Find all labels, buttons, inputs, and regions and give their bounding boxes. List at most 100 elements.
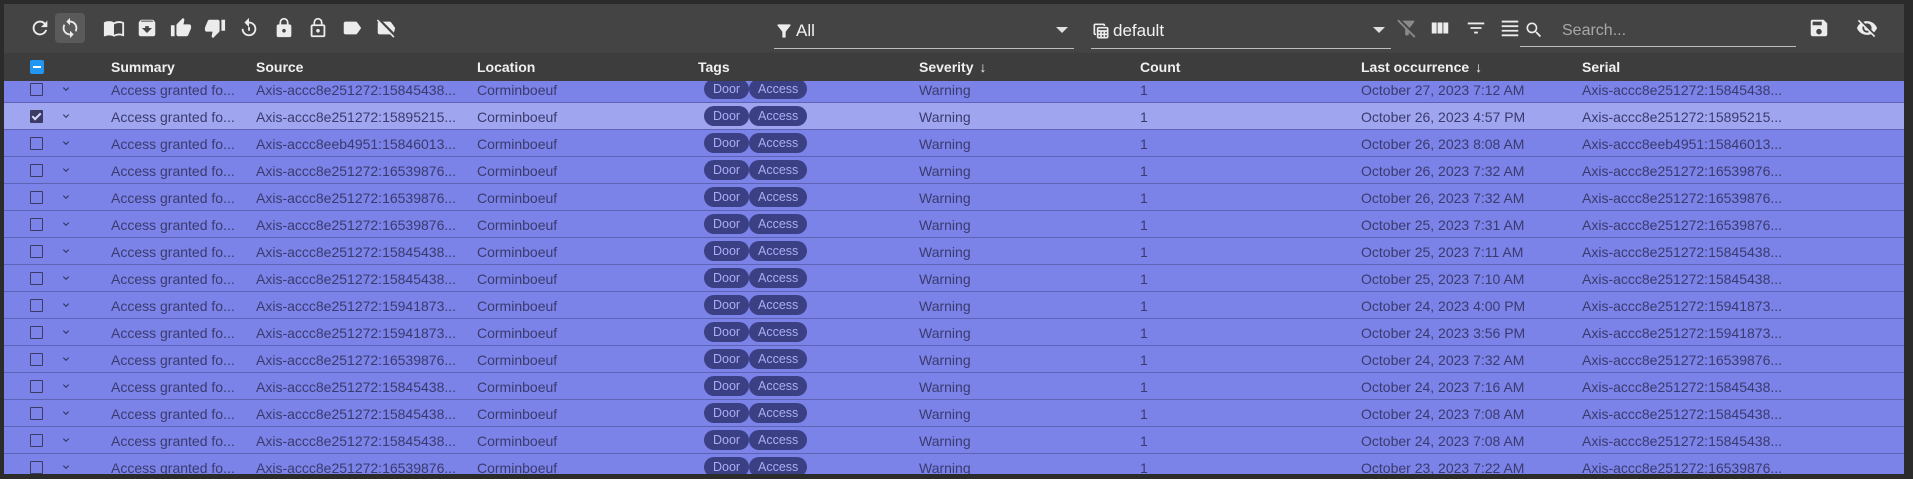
expand-row-button[interactable]	[60, 163, 72, 175]
table-row[interactable]: Access granted fo... Axis-accc8e251272:15…	[4, 292, 1904, 319]
row-checkbox[interactable]	[30, 434, 43, 447]
table-row[interactable]: Access granted fo... Axis-accc8e251272:15…	[4, 265, 1904, 292]
tag-chip[interactable]: Door	[704, 349, 750, 369]
row-checkbox[interactable]	[30, 461, 43, 474]
expand-row-button[interactable]	[60, 82, 72, 94]
row-checkbox[interactable]	[30, 272, 43, 285]
table-row[interactable]: Access granted fo... Axis-accc8e251272:16…	[4, 454, 1904, 474]
tag-chip[interactable]: Door	[704, 322, 750, 342]
column-header-tags[interactable]: Tags	[698, 59, 730, 75]
tag-chip[interactable]: Door	[704, 214, 750, 234]
save-button[interactable]	[1804, 13, 1834, 43]
row-checkbox[interactable]	[30, 326, 43, 339]
column-header-severity[interactable]: Severity ↓	[919, 59, 986, 75]
expand-row-button[interactable]	[60, 109, 72, 121]
columns-button[interactable]	[1425, 13, 1455, 43]
tag-chip[interactable]: Access	[749, 295, 808, 315]
thumbs-down-button[interactable]	[200, 13, 230, 43]
tag-chip[interactable]: Access	[749, 214, 808, 234]
tag-chip[interactable]: Access	[749, 457, 808, 474]
tag-chip[interactable]: Access	[749, 376, 808, 396]
filter-list-button[interactable]	[1461, 13, 1491, 43]
tag-chip[interactable]: Door	[704, 430, 750, 450]
table-row[interactable]: Access granted fo... Axis-accc8e251272:15…	[4, 238, 1904, 265]
tag-chip[interactable]: Access	[749, 160, 808, 180]
tag-chip[interactable]: Access	[749, 430, 808, 450]
expand-row-button[interactable]	[60, 217, 72, 229]
expand-row-button[interactable]	[60, 271, 72, 283]
row-checkbox[interactable]	[30, 164, 43, 177]
table-row[interactable]: Access granted fo... Axis-accc8e251272:15…	[4, 400, 1904, 427]
tag-chip[interactable]: Door	[704, 81, 750, 99]
column-header-source[interactable]: Source	[256, 59, 303, 75]
reset-button[interactable]	[234, 13, 264, 43]
filter-select[interactable]: All	[774, 14, 1074, 49]
auto-refresh-button[interactable]	[55, 13, 85, 43]
mark-read-button[interactable]	[99, 13, 129, 43]
tag-chip[interactable]: Door	[704, 376, 750, 396]
tag-button[interactable]	[337, 13, 367, 43]
archive-button[interactable]	[132, 13, 162, 43]
tag-chip[interactable]: Access	[749, 187, 808, 207]
select-all-checkbox[interactable]	[30, 60, 44, 74]
expand-row-button[interactable]	[60, 298, 72, 310]
table-row[interactable]: Access granted fo... Axis-accc8e251272:15…	[4, 373, 1904, 400]
tag-chip[interactable]: Door	[704, 187, 750, 207]
tag-chip[interactable]: Door	[704, 457, 750, 474]
tag-chip[interactable]: Door	[704, 241, 750, 261]
table-row[interactable]: Access granted fo... Axis-accc8e251272:16…	[4, 346, 1904, 373]
thumbs-up-button[interactable]	[166, 13, 196, 43]
row-checkbox[interactable]	[30, 83, 43, 96]
tag-chip[interactable]: Access	[749, 106, 808, 126]
table-row[interactable]: Access granted fo... Axis-accc8e251272:15…	[4, 319, 1904, 346]
expand-row-button[interactable]	[60, 325, 72, 337]
expand-row-button[interactable]	[60, 433, 72, 445]
tag-chip[interactable]: Access	[749, 133, 808, 153]
expand-row-button[interactable]	[60, 460, 72, 472]
tag-chip[interactable]: Access	[749, 322, 808, 342]
view-select[interactable]: default	[1091, 14, 1391, 49]
tag-chip[interactable]: Door	[704, 106, 750, 126]
row-checkbox[interactable]	[30, 110, 43, 123]
tag-chip[interactable]: Door	[704, 403, 750, 423]
unlock-button[interactable]	[303, 13, 333, 43]
expand-row-button[interactable]	[60, 136, 72, 148]
column-header-location[interactable]: Location	[477, 59, 535, 75]
tag-chip[interactable]: Door	[704, 160, 750, 180]
expand-row-button[interactable]	[60, 190, 72, 202]
row-checkbox[interactable]	[30, 380, 43, 393]
table-row[interactable]: Access granted fo... Axis-accc8e251272:16…	[4, 157, 1904, 184]
table-row[interactable]: Access granted fo... Axis-accc8e251272:15…	[4, 103, 1904, 130]
table-row[interactable]: Access granted fo... Axis-accc8e251272:15…	[4, 427, 1904, 454]
hide-button[interactable]	[1852, 13, 1882, 43]
tag-chip[interactable]: Access	[749, 241, 808, 261]
row-checkbox[interactable]	[30, 218, 43, 231]
row-checkbox[interactable]	[30, 299, 43, 312]
refresh-button[interactable]	[25, 13, 55, 43]
remove-tag-button[interactable]	[371, 13, 401, 43]
expand-row-button[interactable]	[60, 379, 72, 391]
expand-row-button[interactable]	[60, 352, 72, 364]
tag-chip[interactable]: Door	[704, 295, 750, 315]
tag-chip[interactable]: Door	[704, 268, 750, 288]
lock-button[interactable]	[269, 13, 299, 43]
tag-chip[interactable]: Access	[749, 81, 808, 99]
search-input[interactable]	[1560, 18, 1794, 44]
tag-chip[interactable]: Door	[704, 133, 750, 153]
row-checkbox[interactable]	[30, 245, 43, 258]
tag-chip[interactable]: Access	[749, 268, 808, 288]
table-row[interactable]: Access granted fo... Axis-accc8e251272:16…	[4, 211, 1904, 238]
expand-row-button[interactable]	[60, 406, 72, 418]
row-checkbox[interactable]	[30, 137, 43, 150]
clear-filter-button[interactable]	[1392, 13, 1422, 43]
column-header-serial[interactable]: Serial	[1582, 59, 1620, 75]
row-checkbox[interactable]	[30, 353, 43, 366]
table-row[interactable]: Access granted fo... Axis-accc8e251272:16…	[4, 184, 1904, 211]
tag-chip[interactable]: Access	[749, 403, 808, 423]
row-checkbox[interactable]	[30, 191, 43, 204]
column-header-count[interactable]: Count	[1140, 59, 1180, 75]
tag-chip[interactable]: Access	[749, 349, 808, 369]
column-header-summary[interactable]: Summary	[111, 59, 175, 75]
column-header-last-occurrence[interactable]: Last occurrence ↓	[1361, 59, 1482, 75]
table-row[interactable]: Access granted fo... Axis-accc8e251272:15…	[4, 81, 1904, 103]
